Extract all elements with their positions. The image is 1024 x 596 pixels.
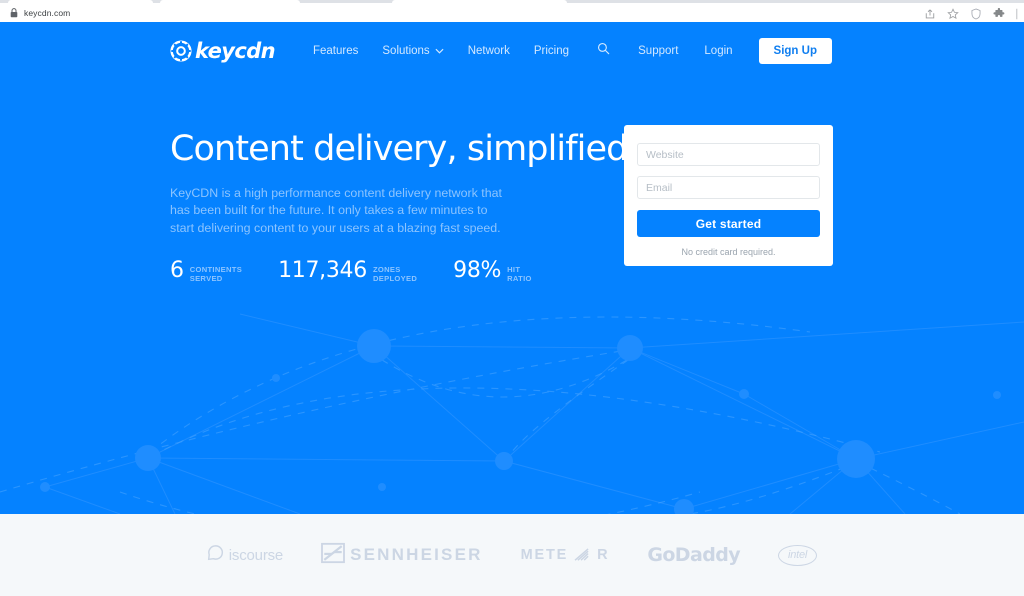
logo-wordmark: keycdn [195,39,276,63]
browser-omnibox[interactable]: keycdn.com [0,3,1024,22]
browser-action-icons [924,7,1018,19]
stat-label: HIT RATIO [507,265,532,283]
main-navbar: keycdn Features Solutions Network Pricin… [0,22,1024,80]
profile-icon[interactable] [1016,7,1018,19]
stat-label-line1: CONTINENTS [189,264,243,274]
nav-secondary-links: Support Login Sign Up [638,38,832,64]
partner-logo-sennheiser: SENNHEISER [321,542,483,569]
keycdn-logo-icon [170,40,192,62]
lock-icon [9,7,18,18]
no-credit-card-note: No credit card required. [681,247,776,257]
partner-logos-strip: iscourse SENNHEISER METE R GoDaddy intel [0,514,1024,596]
nav-primary-links: Features Solutions Network Pricing [313,42,610,60]
bookmark-star-icon[interactable] [947,7,959,19]
hero-subcopy: KeyCDN is a high performance content del… [170,185,502,236]
stat-label-line2: DEPLOYED [372,273,418,283]
partner-logo-godaddy: GoDaddy [647,544,740,566]
keycdn-logo[interactable]: keycdn [170,37,276,65]
url-text: keycdn.com [24,7,71,18]
stat-label-line2: RATIO [507,273,532,283]
browser-chrome: keycdn.com [0,0,1024,22]
stat-continents-served: 6 CONTINENTS SERVED [170,257,242,288]
hero-stats: 6 CONTINENTS SERVED 117,346 ZONES DEPLOY… [170,257,600,288]
meteor-comet-icon [574,548,591,562]
nav-link-login[interactable]: Login [704,45,732,57]
share-icon[interactable] [924,7,936,19]
nav-link-network[interactable]: Network [468,45,510,57]
signup-form-card: Get started No credit card required. [624,125,833,266]
nav-link-label: Network [467,45,510,57]
stat-value: 6 [170,257,184,283]
partner-logo-meteor: METE R [521,547,610,563]
chevron-down-icon [435,45,444,57]
partner-label: iscourse [228,546,284,564]
partner-label: GoDaddy [647,544,740,566]
partner-logo-discourse: iscourse [207,544,283,566]
hero-section: keycdn Features Solutions Network Pricin… [0,22,1024,514]
stat-label: ZONES DEPLOYED [373,265,417,283]
stat-zones-deployed: 117,346 ZONES DEPLOYED [278,257,417,288]
nav-link-support[interactable]: Support [638,45,678,57]
partner-logo-intel: intel [778,544,818,566]
website-input[interactable] [637,143,820,166]
stat-label: CONTINENTS SERVED [190,265,242,283]
search-icon[interactable] [597,42,610,60]
shield-icon[interactable] [970,7,982,19]
page-title: Content delivery, simplified. [170,129,639,169]
nav-link-pricing[interactable]: Pricing [534,45,569,57]
sennheiser-icon [321,542,345,569]
partner-label: SENNHEISER [350,545,483,564]
email-input[interactable] [637,176,820,199]
hero-copy: Content delivery, simplified. KeyCDN is … [170,129,639,288]
stat-label-line1: HIT [507,264,521,274]
discourse-icon [207,544,224,566]
nav-link-label: Support [638,45,679,57]
nav-link-label: Login [704,45,733,57]
partner-label-after: R [597,547,610,563]
signup-button[interactable]: Sign Up [758,38,832,64]
nav-link-solutions[interactable]: Solutions [382,45,444,57]
stat-value: 117,346 [278,257,367,283]
extensions-puzzle-icon[interactable] [993,7,1005,19]
stat-hit-ratio: 98% HIT RATIO [453,257,532,288]
partner-label-before: METE [520,547,569,563]
nav-link-label: Solutions [382,45,430,57]
partner-label: intel [778,544,818,566]
stat-label-line1: ZONES [372,264,401,274]
stat-label-line2: SERVED [189,273,223,283]
nav-link-label: Features [312,45,359,57]
stat-value: 98% [453,257,502,283]
nav-link-features[interactable]: Features [313,45,358,57]
get-started-button[interactable]: Get started [637,210,820,237]
nav-link-label: Pricing [533,45,570,57]
